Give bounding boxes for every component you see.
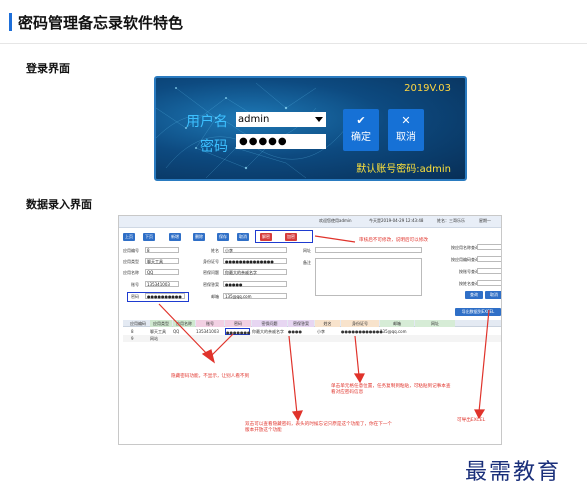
page-title: 密码管理备忘录软件特色 (18, 14, 184, 32)
version-label: 2019V.03 (404, 83, 451, 94)
login-window: 2019V.03 用户名 密码 admin ●●●●● ✔ 确定 ✕ 取消 默认账号… (154, 76, 467, 181)
password-field[interactable]: ●●●●● (236, 134, 326, 149)
data-entry-window: 欢迎您使用admin 今天是2019-04-29 12:43:48 姓名：三哥乐… (118, 215, 502, 445)
close-icon: ✕ (401, 114, 411, 127)
username-label: 用户名 (186, 114, 228, 130)
confirm-label: 确定 (351, 132, 371, 143)
username-select[interactable]: admin (236, 112, 326, 127)
annotation-arrows (158, 235, 490, 422)
password-label: 密码 (200, 139, 228, 155)
header-accent-bar (9, 13, 12, 31)
confirm-button[interactable]: ✔ 确定 (343, 109, 379, 151)
default-account-hint: 默认账号密码:admin (356, 164, 451, 175)
cancel-button[interactable]: ✕ 取消 (388, 109, 424, 151)
watermark: 最需教育 (465, 460, 562, 485)
cancel-label: 取消 (396, 132, 416, 143)
check-icon: ✔ (356, 114, 366, 127)
section-title-login: 登录界面 (26, 62, 70, 75)
username-value: admin (238, 114, 270, 125)
page-header: 密码管理备忘录软件特色 (0, 0, 587, 44)
section-title-entry: 数据录入界面 (26, 198, 92, 211)
chevron-down-icon (315, 117, 323, 122)
